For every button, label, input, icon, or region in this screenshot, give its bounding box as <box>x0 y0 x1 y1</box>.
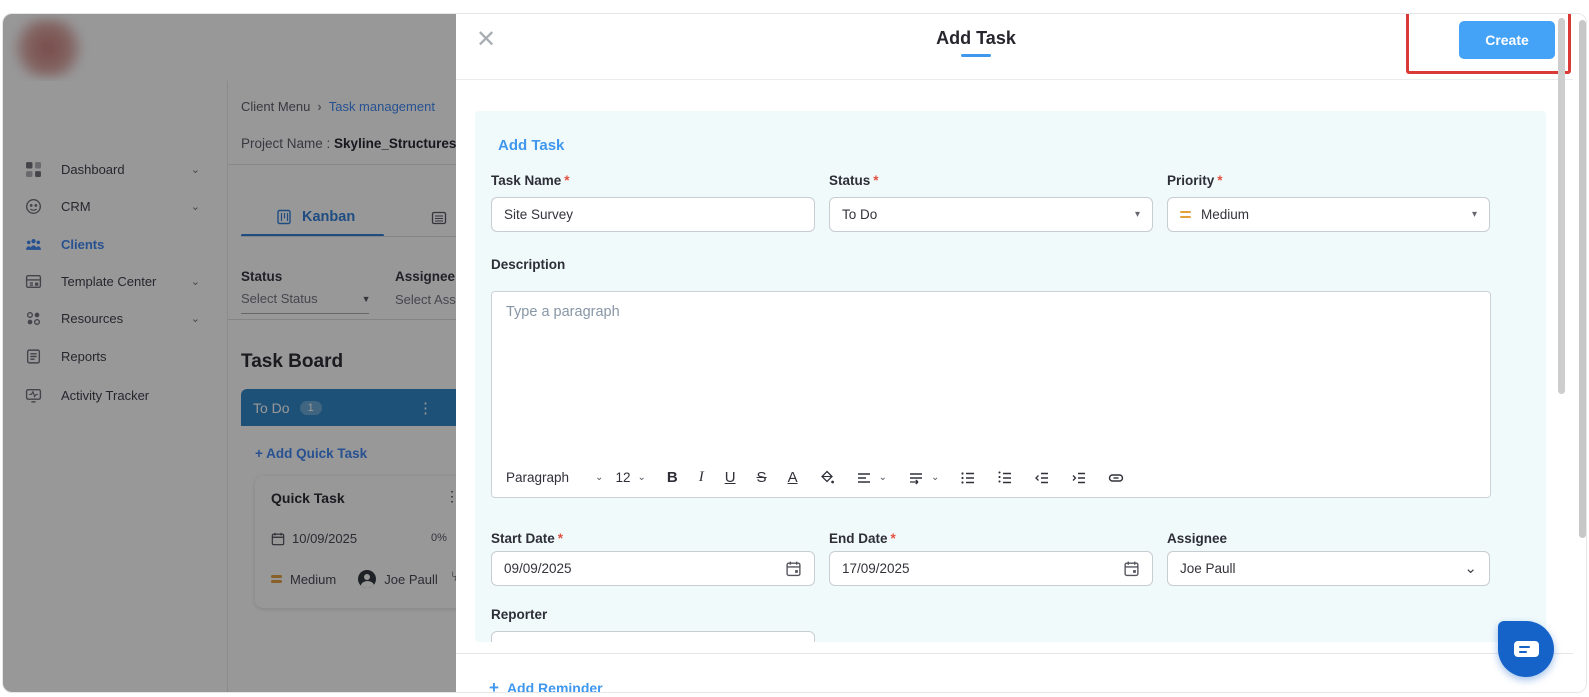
font-color-button[interactable]: A <box>788 469 798 486</box>
modal-title-wrap: Add Task <box>456 28 1496 57</box>
add-task-modal: ✕ Add Task Create Add Task Task Name * St… <box>456 14 1586 693</box>
chat-bubble-icon <box>1513 641 1539 657</box>
required-mark: * <box>564 173 570 188</box>
chevron-down-icon: ⌄ <box>1464 559 1477 577</box>
start-date-input[interactable]: 09/09/2025 <box>491 551 815 586</box>
reporter-input[interactable] <box>491 631 815 642</box>
add-task-form-section: Add Task Task Name * Status * Priority * Si… <box>475 111 1546 642</box>
link-button[interactable] <box>1108 470 1124 486</box>
end-date-value: 17/09/2025 <box>842 561 910 576</box>
reporter-label: Reporter <box>491 607 548 622</box>
divider <box>456 79 1573 80</box>
highlight-color-button[interactable] <box>819 470 835 486</box>
outdent-button[interactable] <box>1034 470 1050 486</box>
start-date-label: Start Date * <box>491 531 564 546</box>
priority-medium-icon <box>1180 208 1191 221</box>
modal-title: Add Task <box>936 28 1016 48</box>
bold-button[interactable]: B <box>667 469 678 486</box>
paragraph-style-dropdown[interactable]: Paragraph ⌄ <box>506 470 603 485</box>
editor-toolbar: Paragraph ⌄ 12 ⌄ B I U S A ⌄ ⌄ <box>506 469 1478 486</box>
chevron-down-icon: ⌄ <box>878 472 887 483</box>
status-label: Status * <box>829 173 879 188</box>
chevron-down-icon: ⌄ <box>930 472 940 483</box>
text-direction-button[interactable]: ⌄ <box>908 470 939 486</box>
status-value: To Do <box>842 207 878 222</box>
modal-backdrop <box>3 14 456 692</box>
dropdown-arrow-icon: ▾ <box>1471 209 1477 220</box>
description-label: Description <box>491 257 566 272</box>
add-reminder-label: Add Reminder <box>506 680 603 693</box>
required-mark: * <box>1217 173 1223 188</box>
assignee-select[interactable]: Joe Paull ⌄ <box>1167 551 1490 586</box>
task-name-label: Task Name * <box>491 173 570 188</box>
divider <box>456 653 1573 654</box>
italic-button[interactable]: I <box>699 469 704 486</box>
page-scrollbar[interactable] <box>1579 20 1586 538</box>
end-date-input[interactable]: 17/09/2025 <box>829 551 1153 586</box>
strikethrough-button[interactable]: S <box>757 469 767 486</box>
numbered-list-button[interactable] <box>997 470 1013 486</box>
chat-widget-button[interactable] <box>1498 621 1554 677</box>
required-mark: * <box>557 531 564 546</box>
required-mark: * <box>873 173 879 188</box>
assignee-value: Joe Paull <box>1180 561 1236 576</box>
chevron-down-icon: ⌄ <box>637 472 646 483</box>
browser-viewport: Dashboard ⌄ CRM ⌄ Clients Template Cente… <box>2 13 1587 693</box>
modal-scrollbar[interactable] <box>1558 18 1565 394</box>
plus-icon: + <box>489 678 499 693</box>
end-date-label: End Date * <box>829 531 896 546</box>
task-name-value: Site Survey <box>504 207 574 222</box>
calendar-icon[interactable] <box>785 560 802 577</box>
required-mark: * <box>890 531 896 546</box>
chevron-down-icon: ⌄ <box>595 472 604 483</box>
status-select[interactable]: To Do ▾ <box>829 197 1153 232</box>
align-button[interactable]: ⌄ <box>856 470 887 486</box>
priority-select[interactable]: Medium ▾ <box>1167 197 1490 232</box>
assignee-label: Assignee <box>1167 531 1228 546</box>
form-section-heading: Add Task <box>498 137 565 154</box>
underline-button[interactable]: U <box>725 469 736 486</box>
add-reminder-link[interactable]: + Add Reminder <box>489 678 603 693</box>
description-placeholder: Type a paragraph <box>506 304 620 320</box>
indent-button[interactable] <box>1071 470 1087 486</box>
font-size-dropdown[interactable]: 12 ⌄ <box>615 470 645 485</box>
task-name-input[interactable]: Site Survey <box>491 197 815 232</box>
modal-title-underline <box>961 54 991 57</box>
description-editor[interactable]: Type a paragraph Paragraph ⌄ 12 ⌄ B I U … <box>491 291 1491 498</box>
priority-label: Priority * <box>1167 173 1223 188</box>
bulleted-list-button[interactable] <box>960 470 976 486</box>
calendar-icon[interactable] <box>1123 560 1140 577</box>
priority-value: Medium <box>1201 207 1250 222</box>
dropdown-arrow-icon: ▾ <box>1134 209 1140 220</box>
start-date-value: 09/09/2025 <box>504 561 572 576</box>
create-button[interactable]: Create <box>1459 21 1555 59</box>
